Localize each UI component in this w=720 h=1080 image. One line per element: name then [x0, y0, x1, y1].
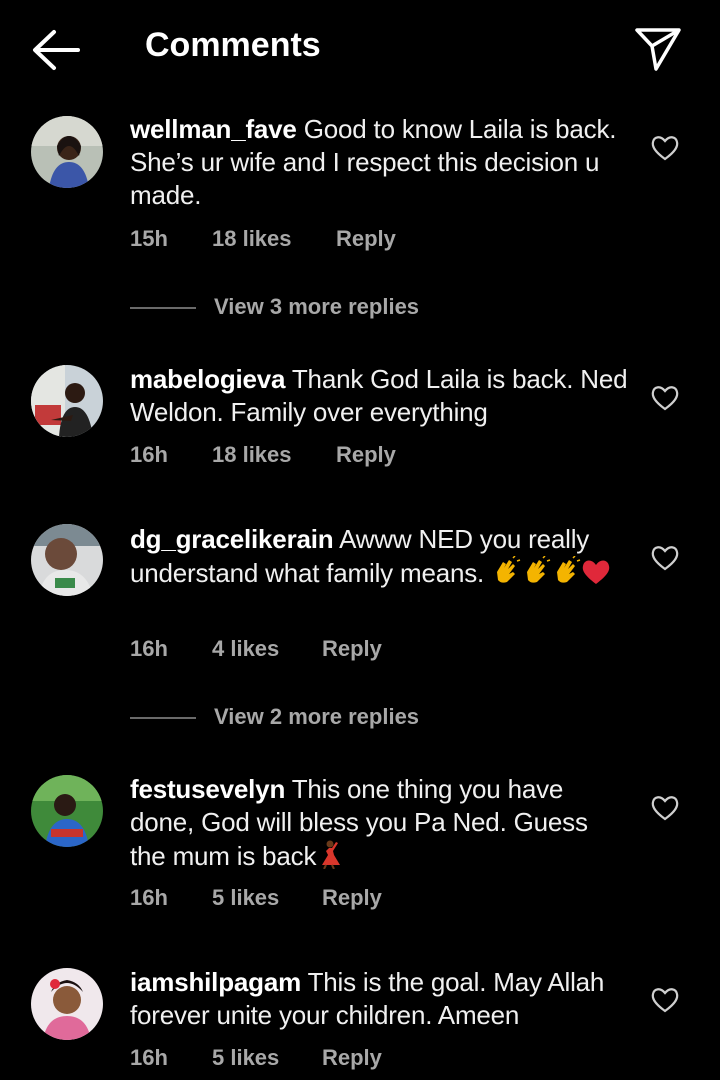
reply-button[interactable]: Reply: [336, 442, 396, 467]
avatar[interactable]: [31, 968, 103, 1040]
avatar[interactable]: [31, 365, 103, 437]
comment-text: wellman_fave Good to know Laila is back.…: [130, 113, 630, 212]
like-button[interactable]: [650, 794, 680, 822]
comment-likes[interactable]: 5 likes: [212, 885, 322, 911]
comment-username[interactable]: festusevelyn: [130, 774, 285, 804]
arrow-left-icon: [33, 30, 80, 70]
reply-button[interactable]: Reply: [322, 885, 382, 910]
avatar[interactable]: [31, 524, 103, 596]
comment-text: iamshilpagam This is the goal. May Allah…: [130, 966, 630, 1032]
view-replies-label: View 3 more replies: [214, 294, 420, 319]
back-button[interactable]: [30, 28, 82, 72]
avatar[interactable]: [31, 116, 103, 188]
heart-icon: [651, 546, 679, 571]
like-button[interactable]: [650, 384, 680, 412]
comment-time: 16h: [130, 636, 168, 661]
view-replies-button[interactable]: View 3 more replies: [130, 294, 419, 320]
comment-meta: 16h 18 likes Reply: [130, 442, 396, 468]
reply-button[interactable]: Reply: [336, 226, 396, 251]
comment-meta: 16h 5 likes Reply: [130, 885, 382, 911]
comment-likes[interactable]: 18 likes: [212, 442, 336, 468]
divider-line: [130, 307, 196, 310]
comment-username[interactable]: dg_gracelikerain: [130, 524, 334, 554]
comment-time: 16h: [130, 885, 168, 910]
header-bar: Comments: [0, 0, 720, 100]
reply-button[interactable]: Reply: [322, 636, 382, 661]
comment-time: 16h: [130, 442, 168, 467]
comment-meta: 15h 18 likes Reply: [130, 226, 396, 252]
clapping-hands-icon: [557, 556, 581, 583]
clapping-hands-icon: [497, 556, 521, 583]
comment-time: 15h: [130, 226, 168, 251]
share-button[interactable]: [634, 26, 682, 72]
like-button[interactable]: [650, 986, 680, 1014]
clapping-hands-icon: [527, 556, 551, 583]
comment-meta: 16h 4 likes Reply: [130, 636, 382, 662]
view-replies-button[interactable]: View 2 more replies: [130, 704, 419, 730]
comment-text: festusevelyn This one thing you have don…: [130, 773, 630, 873]
comment-username[interactable]: iamshilpagam: [130, 967, 301, 997]
page-title: Comments: [145, 26, 321, 64]
red-heart-icon: [582, 560, 610, 584]
comment-likes[interactable]: 5 likes: [212, 1045, 322, 1071]
heart-icon: [651, 386, 679, 411]
heart-icon: [651, 988, 679, 1013]
paper-plane-icon: [635, 28, 681, 71]
comment-username[interactable]: wellman_fave: [130, 114, 297, 144]
avatar[interactable]: [31, 775, 103, 847]
comment-text: dg_gracelikerain Awww NED you really und…: [130, 523, 630, 590]
heart-icon: [651, 136, 679, 161]
heart-icon: [651, 796, 679, 821]
view-replies-label: View 2 more replies: [214, 704, 420, 729]
comment-likes[interactable]: 18 likes: [212, 226, 336, 252]
reply-button[interactable]: Reply: [322, 1045, 382, 1070]
woman-dancing-icon: [322, 840, 341, 869]
comment-username[interactable]: mabelogieva: [130, 364, 286, 394]
like-button[interactable]: [650, 544, 680, 572]
comment-meta: 16h 5 likes Reply: [130, 1045, 382, 1071]
comment-likes[interactable]: 4 likes: [212, 636, 322, 662]
comment-text: mabelogieva Thank God Laila is back. Ned…: [130, 363, 630, 429]
divider-line: [130, 717, 196, 720]
like-button[interactable]: [650, 134, 680, 162]
comment-time: 16h: [130, 1045, 168, 1070]
